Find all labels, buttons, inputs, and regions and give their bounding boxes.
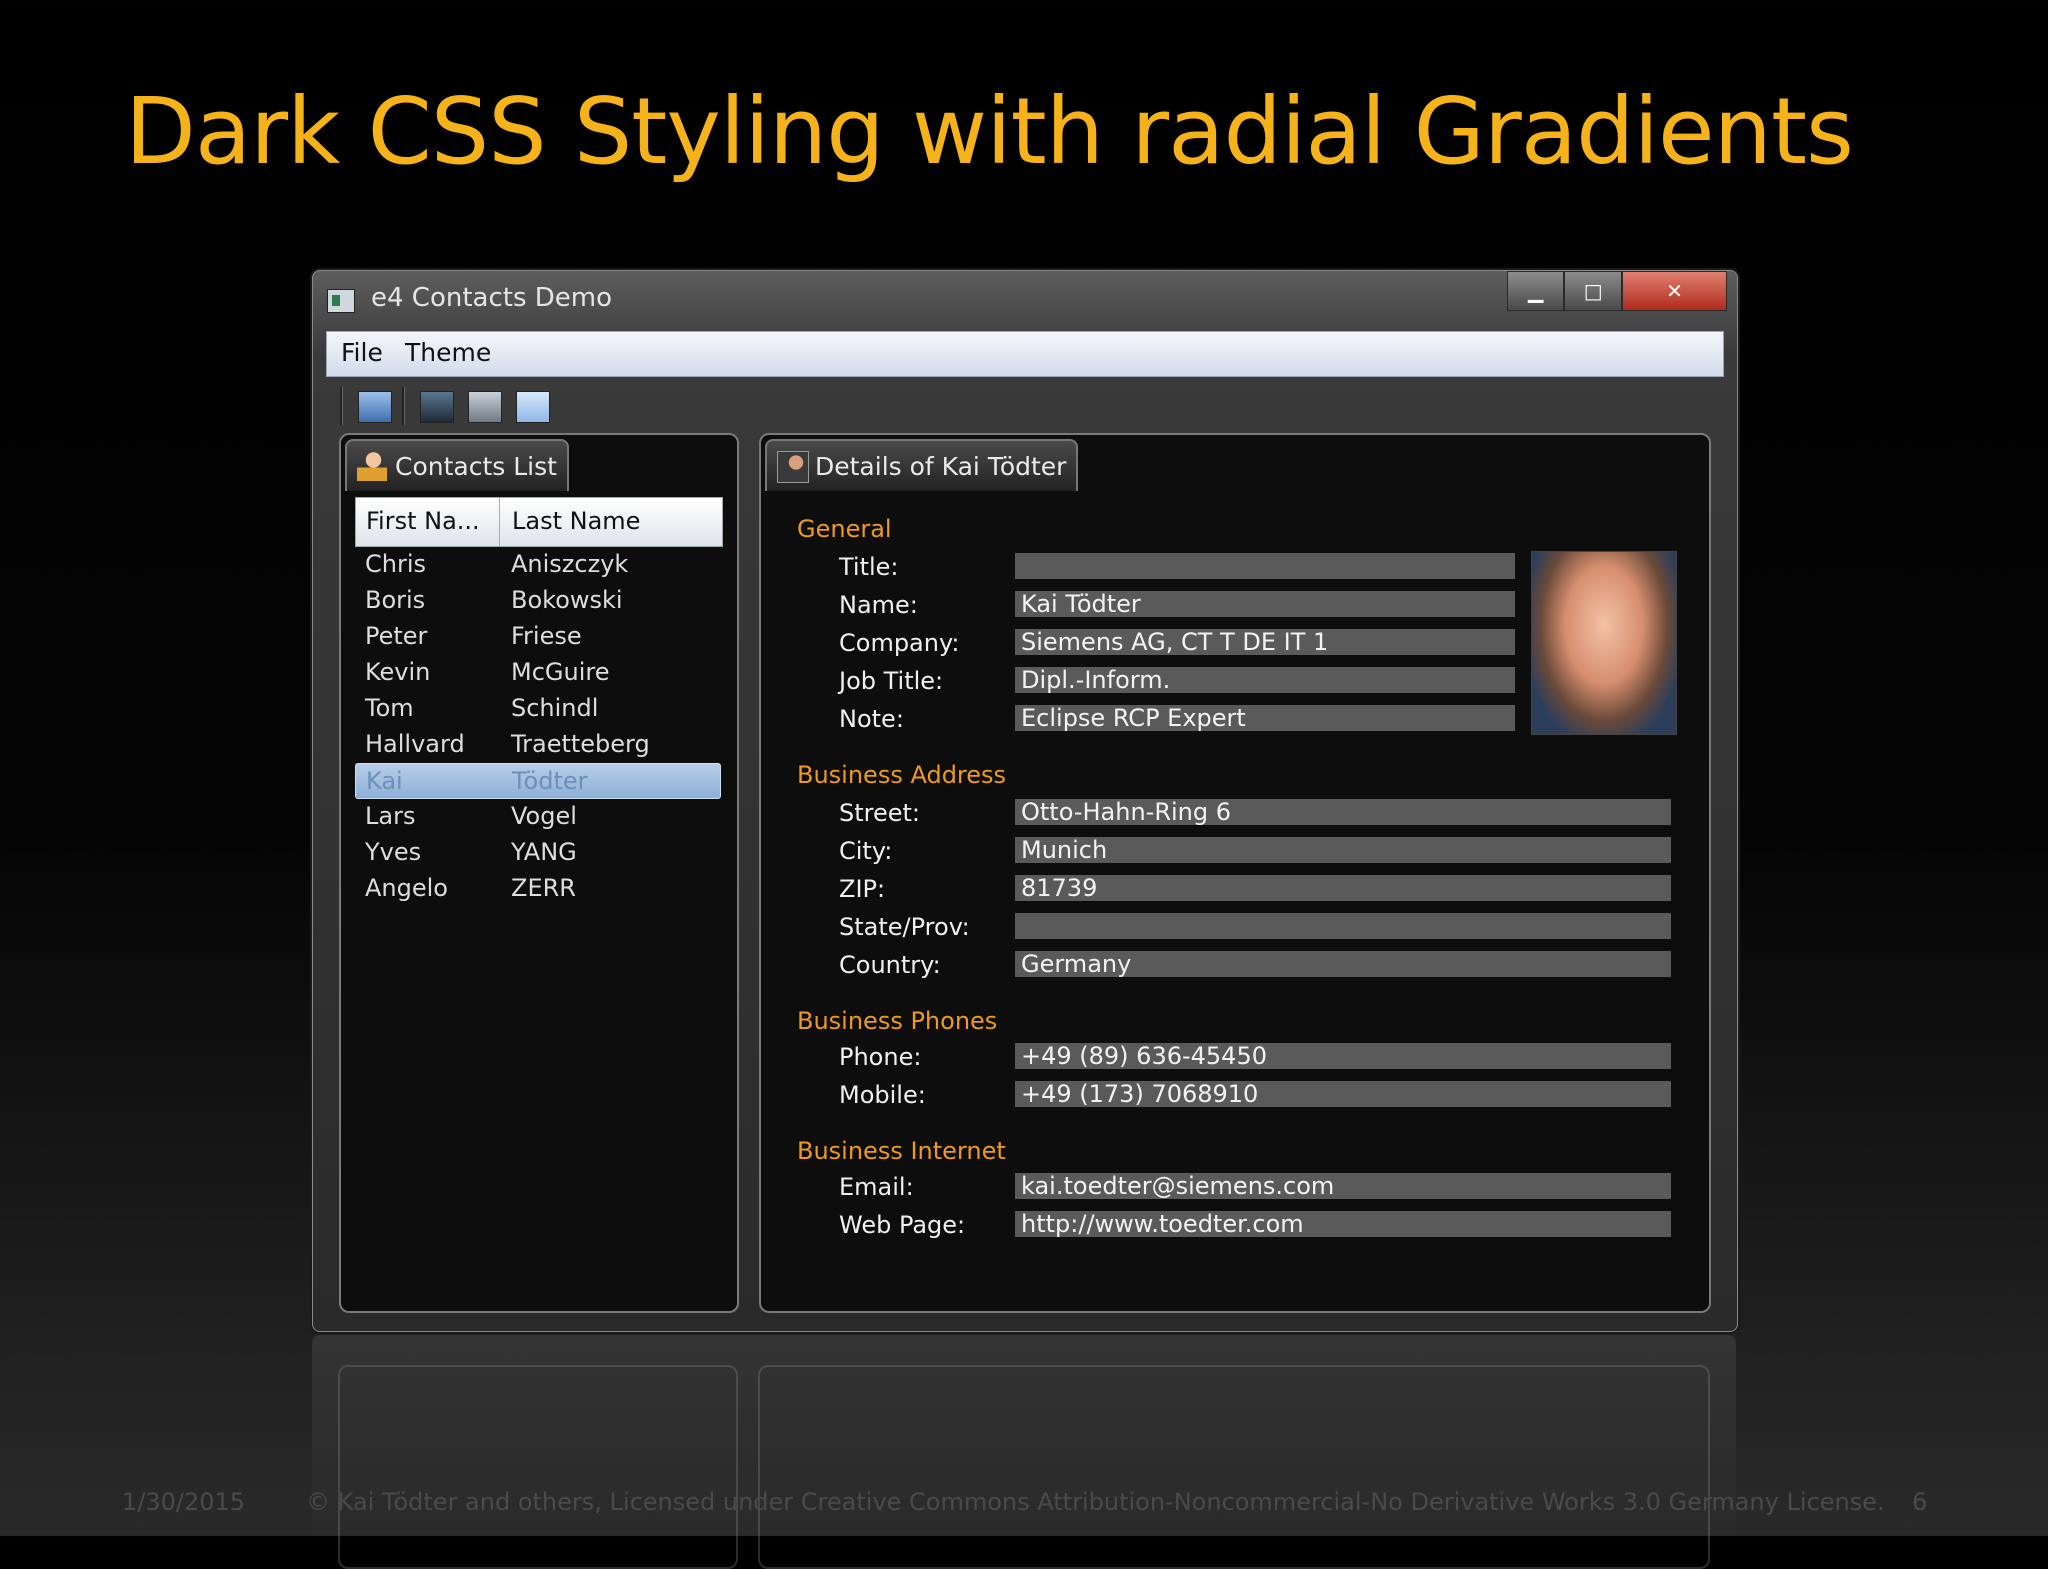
table-row[interactable]: Boris Bokowski: [355, 583, 719, 617]
table-row[interactable]: Lars Vogel: [355, 799, 719, 833]
slide-title: Dark CSS Styling with radial Gradients: [125, 78, 1854, 185]
title-field[interactable]: [1015, 553, 1515, 579]
window-title: e4 Contacts Demo: [371, 283, 613, 313]
window-controls: ▁ □ ✕: [1507, 271, 1727, 311]
minimize-button[interactable]: ▁: [1507, 271, 1565, 311]
first-name-cell: Chris: [365, 550, 427, 578]
menu-theme[interactable]: Theme: [405, 338, 491, 367]
theme-dark-icon[interactable]: [420, 391, 454, 423]
label-mobile: Mobile:: [839, 1081, 926, 1109]
country-field[interactable]: Germany: [1015, 951, 1671, 977]
note-field[interactable]: Eclipse RCP Expert: [1015, 705, 1515, 731]
footer-license: © Kai Tödter and others, Licensed under …: [306, 1488, 1885, 1516]
theme-gray-icon[interactable]: [468, 391, 502, 423]
last-name-cell: Aniszczyk: [511, 550, 629, 578]
contacts-icon: [357, 451, 387, 481]
column-last-name[interactable]: Last Name: [512, 507, 640, 535]
state-field[interactable]: [1015, 913, 1671, 939]
app-icon: [327, 289, 355, 313]
web-page-field[interactable]: http://www.toedter.com: [1015, 1211, 1671, 1237]
column-divider[interactable]: [499, 498, 500, 546]
tab-details[interactable]: Details of Kai Tödter: [765, 439, 1079, 491]
name-field[interactable]: Kai Tödter: [1015, 591, 1515, 617]
table-row-selected[interactable]: Kai Tödter: [355, 763, 721, 799]
street-field[interactable]: Otto-Hahn-Ring 6: [1015, 799, 1671, 825]
label-name: Name:: [839, 591, 918, 619]
company-field[interactable]: Siemens AG, CT T DE IT 1: [1015, 629, 1515, 655]
first-name-cell: Angelo: [365, 874, 448, 902]
details-panel: Details of Kai Tödter General Title: Nam…: [759, 433, 1711, 1313]
last-name-cell: McGuire: [511, 658, 610, 686]
section-business-address: Business Address: [797, 761, 1007, 789]
app-window: e4 Contacts Demo ▁ □ ✕ File Theme Contac…: [312, 270, 1738, 1332]
first-name-cell: Boris: [365, 586, 426, 614]
last-name-cell: Bokowski: [511, 586, 623, 614]
label-street: Street:: [839, 799, 921, 827]
section-business-phones: Business Phones: [797, 1007, 998, 1035]
first-name-cell: Yves: [365, 838, 422, 866]
close-button[interactable]: ✕: [1621, 271, 1727, 311]
contact-photo: [1531, 551, 1677, 735]
first-name-cell: Tom: [365, 694, 414, 722]
last-name-cell: Vogel: [511, 802, 577, 830]
label-zip: ZIP:: [839, 875, 886, 903]
first-name-cell: Peter: [365, 622, 428, 650]
contacts-table-header: First Na... Last Name: [355, 497, 723, 547]
footer-page-number: 6: [1912, 1488, 1928, 1516]
tab-label: Details of Kai Tödter: [815, 451, 1067, 481]
table-row[interactable]: Yves YANG: [355, 835, 719, 869]
reflection-panel: [338, 1365, 738, 1569]
last-name-cell: Tödter: [512, 767, 588, 795]
last-name-cell: Schindl: [511, 694, 599, 722]
last-name-cell: ZERR: [511, 874, 576, 902]
first-name-cell: Lars: [365, 802, 416, 830]
table-row[interactable]: Tom Schindl: [355, 691, 719, 725]
first-name-cell: Hallvard: [365, 730, 465, 758]
tab-contacts-list[interactable]: Contacts List: [345, 439, 569, 491]
label-note: Note:: [839, 705, 904, 733]
label-country: Country:: [839, 951, 941, 979]
email-field[interactable]: kai.toedter@siemens.com: [1015, 1173, 1671, 1199]
toolbar-separator: [340, 387, 343, 425]
mobile-field[interactable]: +49 (173) 7068910: [1015, 1081, 1671, 1107]
save-icon[interactable]: [358, 391, 392, 423]
contacts-panel: Contacts List First Na... Last Name Chri…: [339, 433, 739, 1313]
section-general: General: [797, 515, 892, 543]
label-city: City:: [839, 837, 893, 865]
last-name-cell: YANG: [511, 838, 577, 866]
table-row[interactable]: Hallvard Traetteberg: [355, 727, 719, 761]
column-first-name[interactable]: First Na...: [366, 507, 480, 535]
section-business-internet: Business Internet: [797, 1137, 1006, 1165]
first-name-cell: Kai: [366, 767, 403, 795]
label-phone: Phone:: [839, 1043, 922, 1071]
title-bar[interactable]: e4 Contacts Demo ▁ □ ✕: [313, 271, 1737, 323]
table-row[interactable]: Peter Friese: [355, 619, 719, 653]
city-field[interactable]: Munich: [1015, 837, 1671, 863]
zip-field[interactable]: 81739: [1015, 875, 1671, 901]
theme-blue-icon[interactable]: [516, 391, 550, 423]
toolbar: [326, 377, 1722, 429]
footer-date: 1/30/2015: [122, 1488, 246, 1516]
label-state: State/Prov:: [839, 913, 970, 941]
first-name-cell: Kevin: [365, 658, 431, 686]
job-title-field[interactable]: Dipl.-Inform.: [1015, 667, 1515, 693]
menu-file[interactable]: File: [341, 338, 383, 367]
table-row[interactable]: Chris Aniszczyk: [355, 547, 719, 581]
reflection-panel: [758, 1365, 1710, 1569]
label-title: Title:: [839, 553, 899, 581]
label-job-title: Job Title:: [839, 667, 944, 695]
table-row[interactable]: Angelo ZERR: [355, 871, 719, 905]
tab-label: Contacts List: [395, 451, 557, 481]
label-company: Company:: [839, 629, 960, 657]
last-name-cell: Traetteberg: [511, 730, 650, 758]
table-row[interactable]: Kevin McGuire: [355, 655, 719, 689]
phone-field[interactable]: +49 (89) 636-45450: [1015, 1043, 1671, 1069]
contact-card-icon: [777, 451, 809, 483]
maximize-button[interactable]: □: [1564, 271, 1622, 311]
last-name-cell: Friese: [511, 622, 582, 650]
toolbar-separator: [402, 387, 405, 425]
menu-bar: File Theme: [326, 331, 1724, 377]
label-web-page: Web Page:: [839, 1211, 966, 1239]
label-email: Email:: [839, 1173, 914, 1201]
